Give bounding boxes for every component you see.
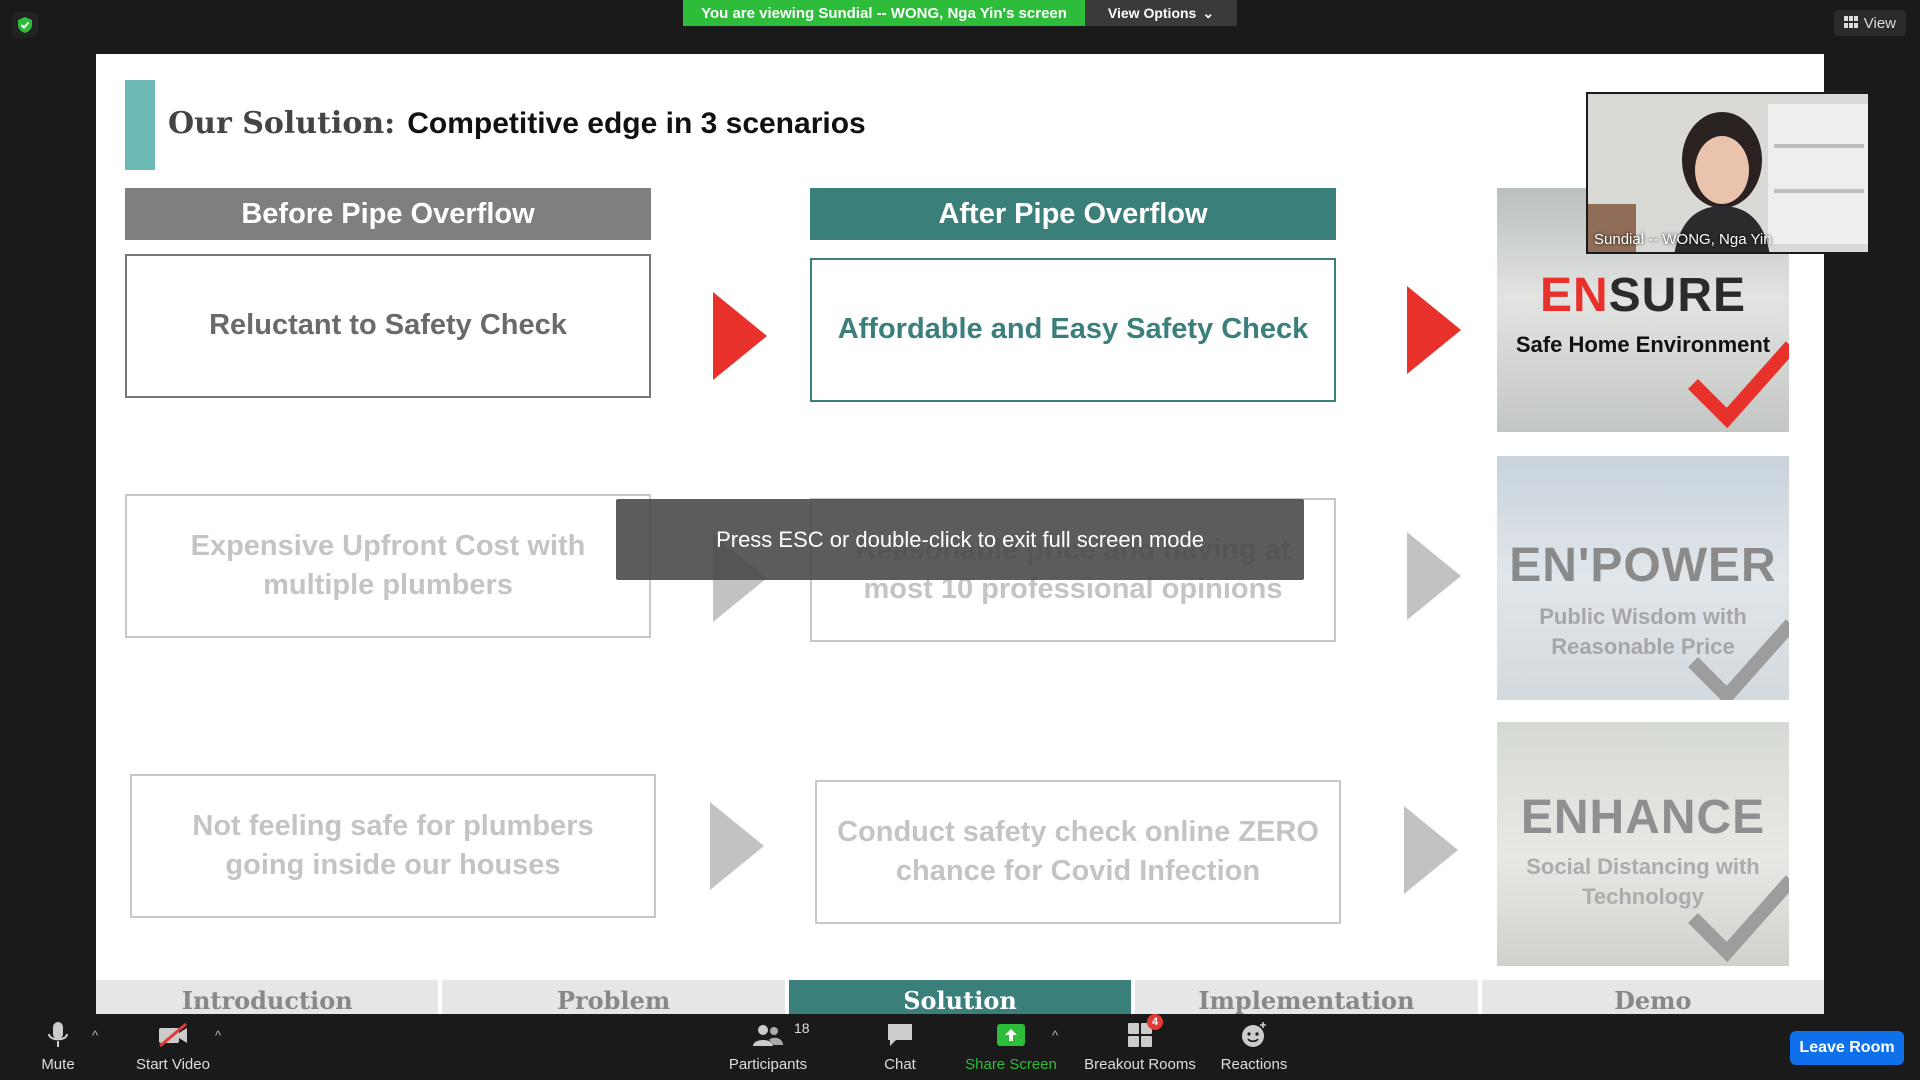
breakout-rooms-icon: 4 [1127, 1014, 1163, 1050]
checkmark-icon [1688, 875, 1789, 962]
checkmark-icon [1688, 619, 1789, 700]
arrow-right-icon [1404, 806, 1458, 894]
view-button[interactable]: View [1833, 10, 1906, 36]
chat-label: Chat [884, 1056, 916, 1073]
ensure-title: ENSURE [1539, 269, 1747, 322]
share-screen-button[interactable]: Share Screen [956, 1020, 1066, 1076]
start-video-label: Start Video [136, 1056, 210, 1073]
video-options-caret-icon[interactable]: ^ [215, 1028, 221, 1043]
chevron-down-icon: ⌄ [1202, 4, 1215, 21]
slide-title-prefix: Our Solution: [168, 106, 396, 141]
before-box-1: Reluctant to Safety Check [125, 254, 651, 398]
enpower-tile: EN'POWER Public Wisdom with Reasonable P… [1497, 456, 1789, 700]
arrow-right-icon [1407, 532, 1461, 620]
participants-icon: 18 [752, 1020, 810, 1050]
share-screen-icon [996, 1020, 1026, 1050]
share-screen-label: Share Screen [965, 1056, 1057, 1073]
participants-count: 18 [794, 1020, 810, 1036]
security-shield-icon[interactable] [12, 12, 38, 38]
zoom-window: You are viewing Sundial -- WONG, Nga Yin… [0, 0, 1920, 1080]
after-box-1: Affordable and Easy Safety Check [810, 258, 1336, 402]
breakout-rooms-badge: 4 [1147, 1014, 1163, 1030]
arrow-right-icon [713, 292, 767, 380]
enpower-title: EN'POWER [1509, 539, 1777, 592]
participants-label: Participants [728, 1056, 808, 1073]
leave-room-button[interactable]: Leave Room [1790, 1031, 1904, 1065]
slide-title-main: Competitive edge in 3 scenarios [407, 107, 866, 140]
share-options-caret-icon[interactable]: ^ [1052, 1028, 1058, 1043]
slide-title: Our Solution: Competitive edge in 3 scen… [168, 106, 866, 141]
participant-video[interactable]: Sundial -- WONG, Nga Yin [1586, 92, 1870, 254]
column-header-after: After Pipe Overflow [810, 188, 1336, 240]
chat-bubble-icon [886, 1020, 914, 1050]
section-tab-demo: Demo [1481, 980, 1824, 1014]
reactions-label: Reactions [1220, 1056, 1288, 1073]
breakout-rooms-label: Breakout Rooms [1084, 1056, 1196, 1073]
grid-icon [1843, 15, 1858, 32]
section-tab-solution: Solution [788, 980, 1132, 1014]
slide-section-tabs: Introduction Problem Solution Implementa… [96, 980, 1824, 1014]
video-off-icon [157, 1020, 189, 1050]
start-video-button[interactable]: Start Video [118, 1020, 228, 1076]
reactions-button[interactable]: Reactions [1199, 1020, 1309, 1076]
view-options-label: View Options [1107, 5, 1197, 21]
section-tab-implementation: Implementation [1135, 980, 1478, 1014]
chat-button[interactable]: Chat [845, 1020, 955, 1076]
view-options-button[interactable]: View Options ⌄ [1085, 0, 1237, 26]
arrow-right-icon [1407, 286, 1461, 374]
participant-name: Sundial -- WONG, Nga Yin [1594, 231, 1772, 248]
fullscreen-exit-toast: Press ESC or double-click to exit full s… [616, 499, 1304, 580]
microphone-icon [47, 1020, 69, 1050]
enhance-title: ENHANCE [1520, 791, 1766, 844]
before-box-2: Expensive Upfront Cost with multiple plu… [125, 494, 651, 638]
enhance-tile: ENHANCE Social Distancing with Technolog… [1497, 722, 1789, 966]
breakout-rooms-button[interactable]: 4 Breakout Rooms [1083, 1014, 1197, 1076]
participant-video-feed [1588, 94, 1868, 252]
section-tab-problem: Problem [442, 980, 785, 1014]
smiley-icon [1240, 1020, 1268, 1050]
view-button-label: View [1863, 14, 1896, 32]
checkmark-icon [1688, 341, 1789, 428]
title-accent-bar [125, 80, 155, 170]
arrow-right-icon [710, 802, 764, 890]
column-header-before: Before Pipe Overflow [125, 188, 651, 240]
meeting-toolbar: Mute ^ Start Video ^ 18 Participants Cha… [0, 1014, 1920, 1080]
before-box-3: Not feeling safe for plumbers going insi… [130, 774, 656, 918]
viewing-banner: You are viewing Sundial -- WONG, Nga Yin… [683, 0, 1085, 26]
participants-button[interactable]: 18 Participants [713, 1020, 823, 1076]
audio-options-caret-icon[interactable]: ^ [92, 1028, 98, 1043]
section-tab-introduction: Introduction [96, 980, 439, 1014]
after-box-3: Conduct safety check online ZERO chance … [815, 780, 1341, 924]
mute-label: Mute [41, 1056, 75, 1073]
